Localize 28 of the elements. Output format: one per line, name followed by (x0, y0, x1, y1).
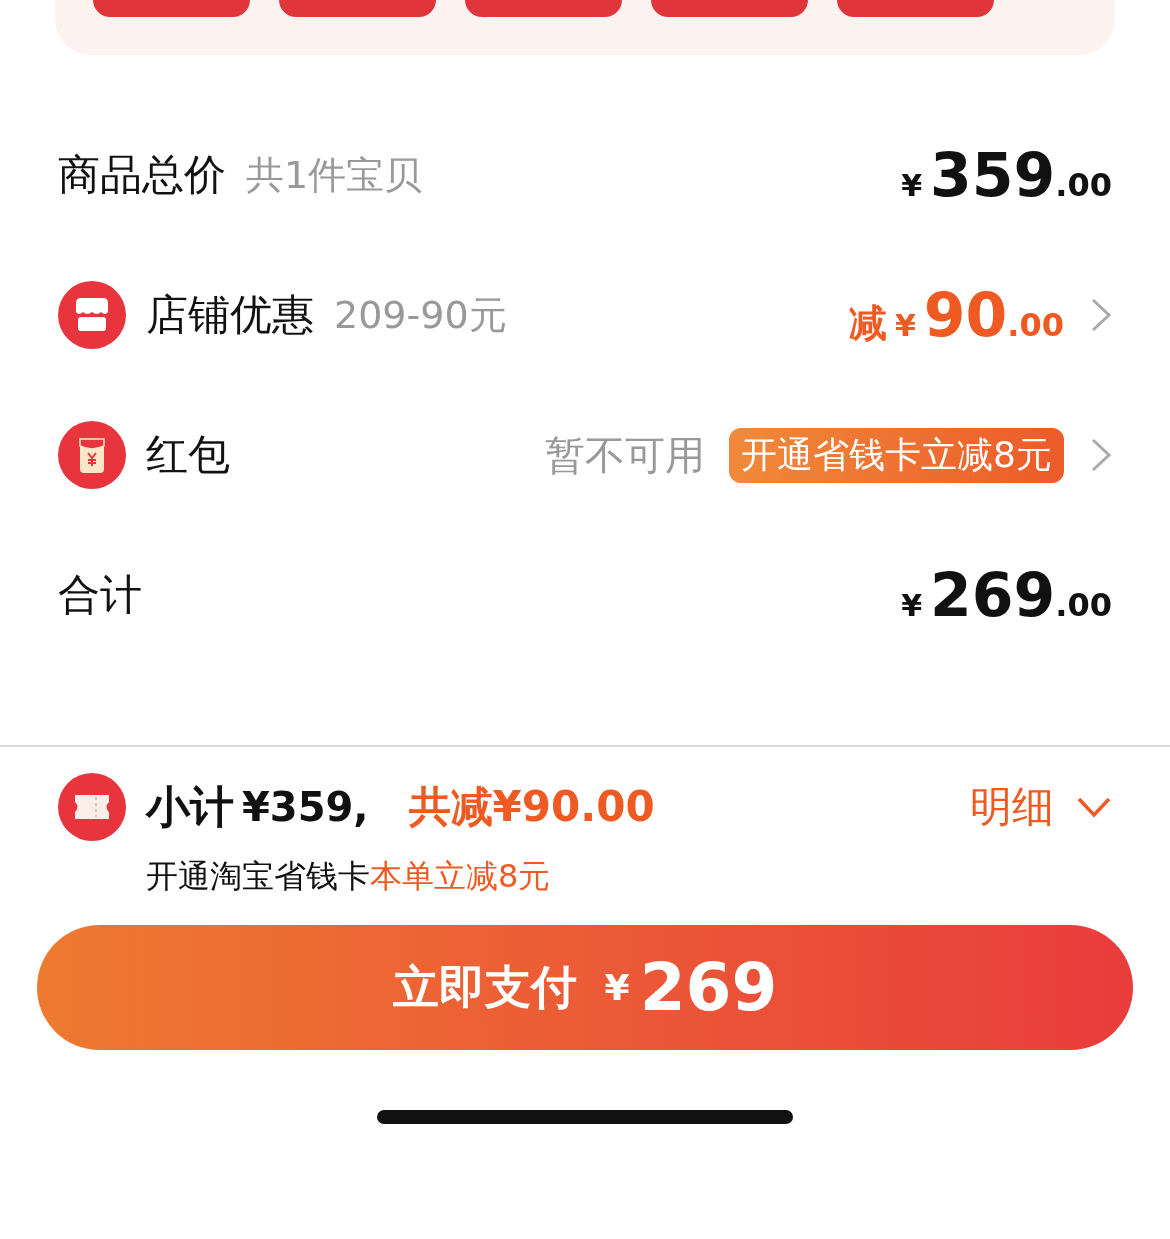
row-label: 商品总价 (58, 149, 226, 201)
pay-button[interactable]: 立即支付 ¥269 (37, 925, 1133, 1050)
chevron-down-icon[interactable] (1076, 796, 1112, 818)
row-label: 店铺优惠 (146, 289, 314, 341)
row-note: 209-90元 (334, 291, 507, 339)
row-label: 红包 (146, 429, 230, 481)
option-button[interactable] (651, 0, 808, 17)
status-text: 暂不可用 (545, 430, 706, 480)
option-button[interactable] (465, 0, 622, 17)
detail-link[interactable]: 明细 (970, 779, 1054, 835)
ticket-icon (58, 773, 126, 841)
row-note: 共1件宝贝 (246, 151, 423, 199)
option-button[interactable] (837, 0, 994, 17)
subtotal-value: ¥359, (242, 784, 369, 830)
promo-badge[interactable]: 开通省钱卡立减8元 (729, 427, 1064, 483)
option-button[interactable] (279, 0, 436, 17)
envelope-icon (58, 421, 126, 489)
option-button[interactable] (93, 0, 250, 17)
chevron-right-icon[interactable] (1090, 297, 1112, 333)
price-text: ¥269.00 (901, 560, 1112, 630)
chevron-right-icon[interactable] (1090, 437, 1112, 473)
price-text: 减 ¥90.00 (848, 280, 1064, 350)
price-text: ¥359.00 (901, 140, 1112, 210)
shop-icon (58, 281, 126, 349)
row-label: 合计 (58, 569, 142, 621)
promo-text: 开通淘宝省钱卡本单立减8元 (146, 856, 552, 897)
subtotal-label: 小计 (146, 779, 234, 834)
discount-total: 共减¥90.00 (408, 781, 655, 833)
